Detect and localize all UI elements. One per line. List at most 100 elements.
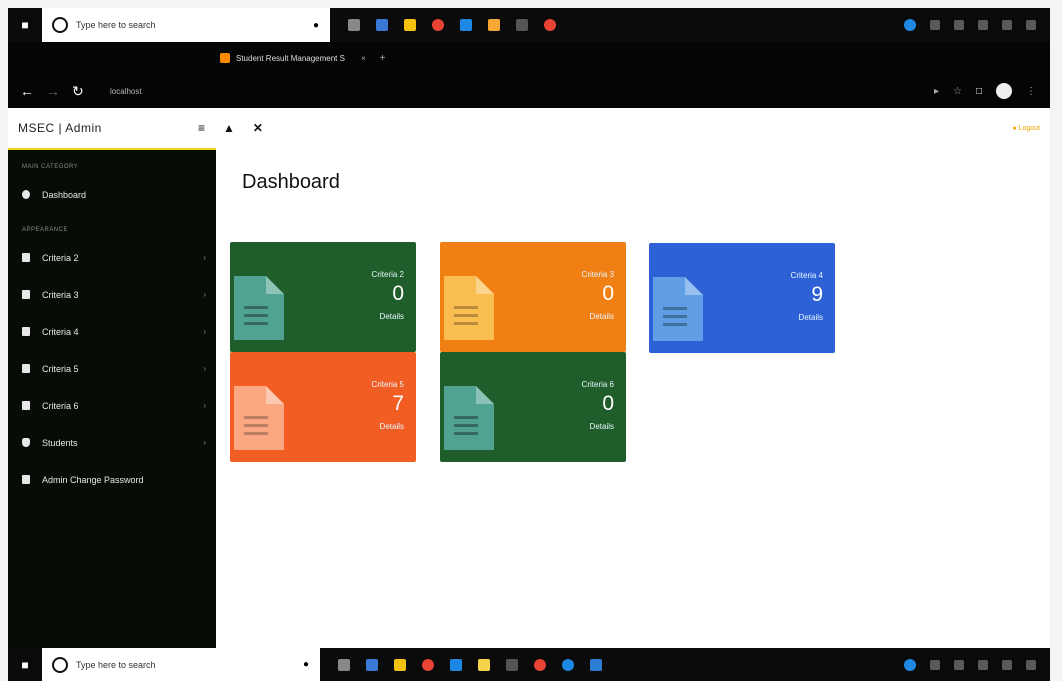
network-icon[interactable] — [954, 659, 964, 670]
new-tab-icon[interactable]: + — [380, 53, 386, 64]
network-icon[interactable] — [978, 20, 988, 30]
tray-icon[interactable] — [930, 20, 940, 30]
menu-toggle-icon[interactable]: ≡ — [198, 121, 205, 135]
stat-card-criteria-4[interactable]: Criteria 4 9 Details — [649, 243, 835, 353]
file-icon — [22, 401, 30, 410]
sidebar-item-criteria-4[interactable]: Criteria 4 › — [8, 313, 216, 350]
card-details-link[interactable]: Details — [590, 312, 614, 321]
tray-icon[interactable] — [930, 659, 940, 670]
clock-icon[interactable] — [1002, 659, 1012, 670]
windows-start-icon[interactable]: ■ — [8, 8, 42, 42]
sidebar-item-label: Dashboard — [42, 189, 87, 200]
document-icon — [653, 277, 703, 341]
main-content: Dashboard Criteria 2 0 Details Criteria … — [216, 148, 1050, 648]
sidebar-item-dashboard[interactable]: Dashboard — [8, 176, 216, 213]
chrome-icon[interactable] — [534, 658, 546, 671]
app-icon[interactable] — [516, 19, 528, 31]
windows-start-icon[interactable]: ■ — [8, 648, 42, 681]
card-details-link[interactable]: Details — [380, 422, 404, 431]
chevron-right-icon: › — [203, 253, 206, 262]
card-details-link[interactable]: Details — [590, 422, 614, 431]
store-icon[interactable] — [404, 19, 416, 31]
user-icon[interactable]: ▲ — [223, 121, 235, 135]
chevron-right-icon: › — [203, 438, 206, 447]
volume-icon[interactable] — [978, 659, 988, 670]
taskbar-pinned-apps — [320, 658, 602, 671]
sidebar-item-criteria-5[interactable]: Criteria 5 › — [8, 350, 216, 387]
cortana-icon — [52, 656, 68, 673]
taskbar-search-box[interactable]: Type here to search — [42, 8, 302, 42]
browser-tab-row: Student Result Management S × + — [8, 42, 1050, 74]
sidebar-item-students[interactable]: Students › — [8, 424, 216, 461]
tab-close-icon[interactable]: × — [361, 54, 366, 63]
app-icon[interactable] — [506, 658, 518, 671]
task-view-icon[interactable] — [338, 658, 350, 671]
reload-icon[interactable]: ↻ — [72, 83, 84, 100]
document-icon — [444, 276, 494, 340]
chevron-right-icon: › — [203, 327, 206, 336]
volume-icon[interactable] — [1002, 20, 1012, 30]
sidebar-item-criteria-2[interactable]: Criteria 2 › — [8, 239, 216, 276]
extension-icon[interactable]: ▸ — [934, 86, 939, 97]
card-value: 9 — [811, 283, 823, 306]
app-icon[interactable] — [478, 658, 490, 671]
sidebar-item-criteria-6[interactable]: Criteria 6 › — [8, 387, 216, 424]
card-details-link[interactable]: Details — [799, 313, 823, 322]
file-icon — [22, 327, 30, 336]
system-tray — [904, 19, 1050, 31]
microphone-icon[interactable]: ● — [302, 8, 330, 42]
sidebar-item-label: Students — [42, 437, 78, 448]
taskbar-search-box[interactable]: Type here to search — [42, 648, 292, 681]
store-icon[interactable] — [394, 658, 406, 671]
sidebar-item-change-password[interactable]: Admin Change Password — [8, 461, 216, 498]
shield-icon — [22, 438, 30, 447]
card-label: Criteria 3 — [581, 270, 614, 279]
edge-tray-icon[interactable] — [904, 19, 916, 31]
tray-icon[interactable] — [954, 20, 964, 30]
window-icon[interactable]: □ — [976, 86, 982, 97]
chrome-icon[interactable] — [544, 19, 556, 31]
edge-tray-icon[interactable] — [904, 658, 916, 671]
sidebar-item-label: Criteria 4 — [42, 326, 79, 337]
edge-icon[interactable] — [450, 658, 462, 671]
sidebar-heading-main: MAIN CATEGORY — [22, 164, 79, 170]
profile-avatar[interactable] — [996, 83, 1012, 99]
app-icon[interactable] — [488, 19, 500, 31]
card-value: 0 — [392, 282, 404, 305]
notification-icon[interactable] — [1026, 659, 1036, 670]
logout-link[interactable]: ● Logout — [1012, 125, 1050, 132]
file-explorer-icon[interactable] — [376, 19, 388, 31]
stat-card-criteria-3[interactable]: Criteria 3 0 Details — [440, 242, 626, 352]
app-icon[interactable] — [562, 658, 574, 671]
close-icon[interactable]: ✕ — [253, 121, 263, 135]
outlook-icon[interactable] — [590, 658, 602, 671]
address-bar[interactable]: localhost — [110, 87, 142, 96]
sidebar-heading-apps: APPEARANCE — [22, 227, 69, 233]
document-icon — [234, 386, 284, 450]
favicon-icon — [220, 53, 230, 63]
edge-icon[interactable] — [460, 19, 472, 31]
chrome-icon[interactable] — [432, 19, 444, 31]
task-view-icon[interactable] — [348, 19, 360, 31]
chevron-right-icon: › — [203, 401, 206, 410]
forward-icon[interactable]: → — [46, 83, 60, 100]
taskbar-pinned-apps — [330, 19, 556, 31]
chrome-icon[interactable] — [422, 658, 434, 671]
browser-tab-title: Student Result Management S — [236, 53, 345, 63]
back-icon[interactable]: ← — [20, 83, 34, 100]
menu-icon[interactable]: ⋮ — [1026, 86, 1036, 97]
star-icon[interactable]: ☆ — [953, 86, 962, 97]
microphone-icon[interactable]: ● — [292, 648, 320, 681]
stat-card-criteria-2[interactable]: Criteria 2 0 Details — [230, 242, 416, 352]
sidebar-item-criteria-3[interactable]: Criteria 3 › — [8, 276, 216, 313]
file-icon — [22, 364, 30, 373]
browser-address-row: ← → ↻ localhost ▸ ☆ □ ⋮ — [8, 74, 1050, 108]
sidebar-item-label: Admin Change Password — [42, 474, 144, 485]
card-details-link[interactable]: Details — [380, 312, 404, 321]
os-taskbar-bottom: ■ Type here to search ● — [8, 648, 1050, 681]
clock-icon[interactable] — [1026, 20, 1036, 30]
file-explorer-icon[interactable] — [366, 658, 378, 671]
browser-tab[interactable]: Student Result Management S × — [220, 53, 366, 63]
stat-card-criteria-6[interactable]: Criteria 6 0 Details — [440, 352, 626, 462]
stat-card-criteria-5[interactable]: Criteria 5 7 Details — [230, 352, 416, 462]
